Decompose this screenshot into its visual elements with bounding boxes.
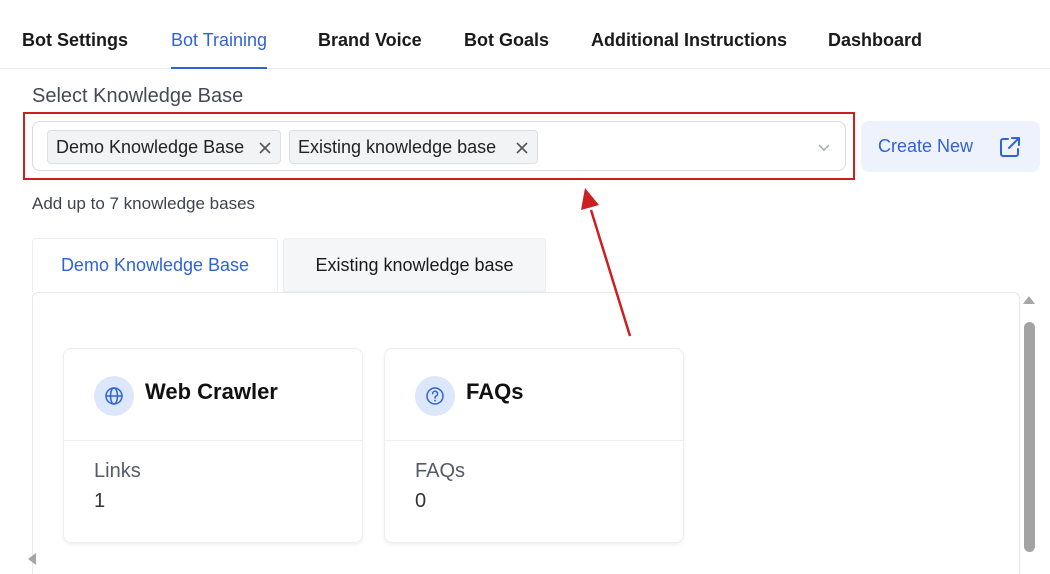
stat-value: 1	[94, 490, 106, 512]
select-knowledge-base-label: Select Knowledge Base	[32, 85, 244, 107]
top-tab-bar: Bot Settings Bot Training Brand Voice Bo…	[0, 0, 1050, 69]
tab-brand-voice[interactable]: Brand Voice	[318, 30, 422, 51]
knowledge-base-helper-text: Add up to 7 knowledge bases	[32, 194, 256, 213]
stat-label: Links	[94, 460, 141, 482]
scrollbar-thumb[interactable]	[1024, 322, 1035, 552]
create-new-label: Create New	[878, 136, 974, 156]
tab-dashboard[interactable]: Dashboard	[828, 30, 922, 51]
tab-existing-knowledge-base[interactable]: Existing knowledge base	[283, 238, 546, 292]
card-divider	[385, 440, 683, 441]
faqs-card[interactable]: FAQs FAQs 0	[384, 348, 684, 543]
annotation-highlight-box	[23, 112, 855, 180]
tab-bot-goals[interactable]: Bot Goals	[464, 30, 549, 51]
tab-additional-instructions[interactable]: Additional Instructions	[591, 30, 787, 51]
tab-bot-training[interactable]: Bot Training	[171, 30, 268, 69]
tab-bot-settings[interactable]: Bot Settings	[22, 30, 128, 51]
vertical-scrollbar[interactable]	[1018, 292, 1040, 574]
card-title: FAQs	[466, 379, 524, 404]
stat-label: FAQs	[415, 460, 466, 482]
create-new-button[interactable]: Create New	[861, 121, 1040, 172]
scroll-up-arrow-icon[interactable]	[1023, 296, 1035, 304]
annotation-arrow	[581, 188, 632, 337]
web-crawler-card[interactable]: Web Crawler Links 1	[63, 348, 363, 543]
card-title: Web Crawler	[145, 379, 278, 404]
stat-value: 0	[415, 490, 427, 512]
question-circle-icon	[415, 376, 455, 416]
scroll-left-arrow-icon[interactable]	[28, 553, 36, 565]
external-link-icon	[998, 135, 1022, 164]
globe-icon	[94, 376, 134, 416]
tab-demo-knowledge-base[interactable]: Demo Knowledge Base	[32, 238, 278, 292]
card-divider	[64, 440, 362, 441]
